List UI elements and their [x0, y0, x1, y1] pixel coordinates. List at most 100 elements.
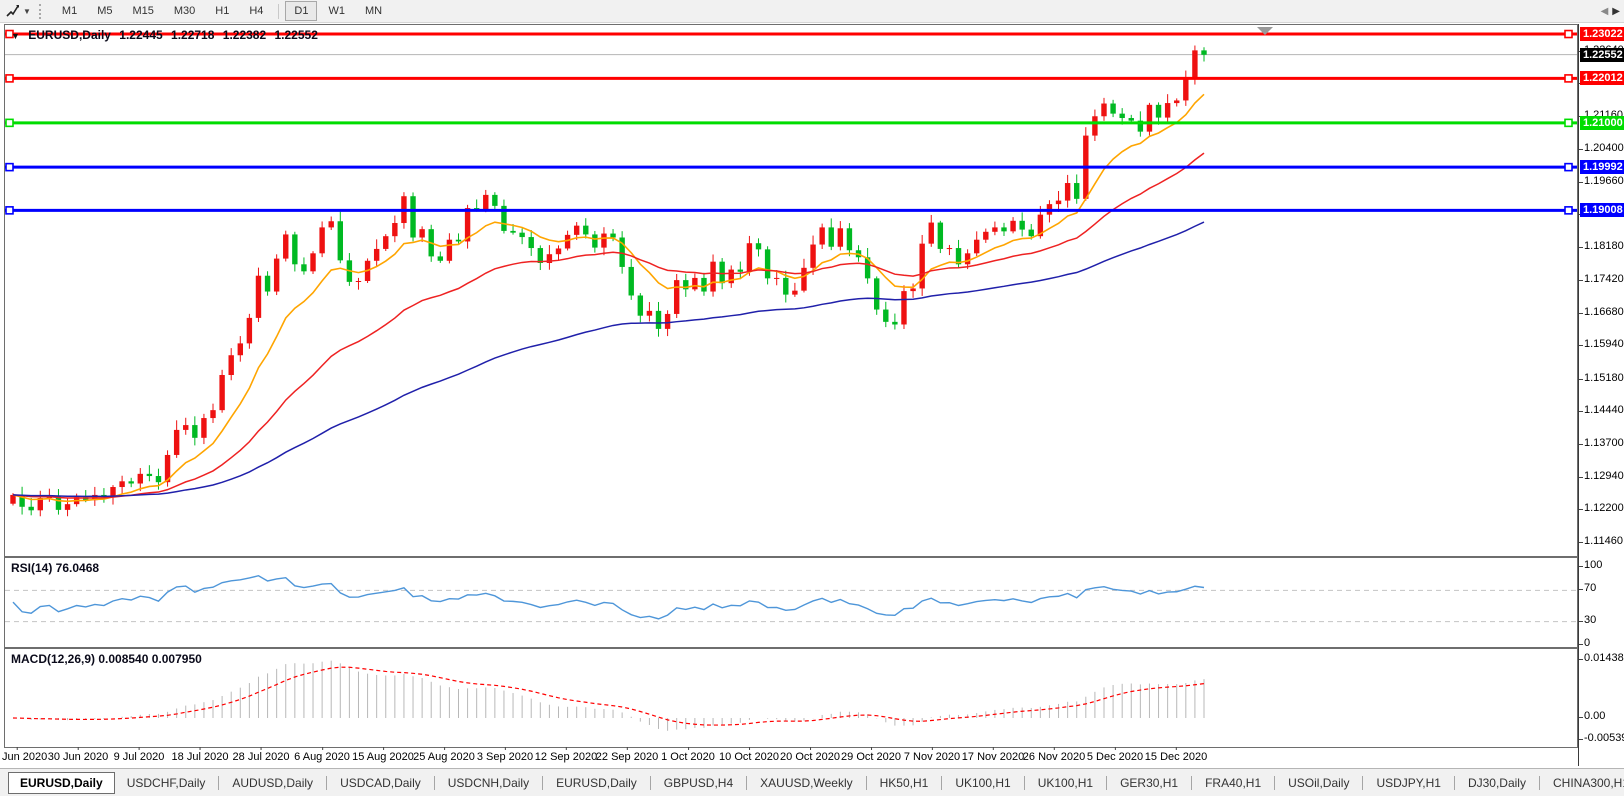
- tab-scroll-arrows: ◀▶: [1595, 6, 1622, 17]
- date-label: 29 Oct 2020: [841, 751, 901, 763]
- tab-separator: [542, 776, 543, 790]
- tab-china300-h1[interactable]: CHINA300,H1: [1541, 772, 1624, 794]
- price-tick: 1.19660: [1584, 175, 1624, 187]
- date-label: 25 Aug 2020: [413, 751, 475, 763]
- price-tick: 1.17420: [1584, 273, 1624, 285]
- tab-scroll-right-icon[interactable]: ▶: [1612, 6, 1620, 17]
- tab-separator: [1539, 776, 1540, 790]
- price-tick: 1.12940: [1584, 470, 1624, 482]
- rsi-label: RSI(14) 76.0468: [11, 561, 99, 575]
- toolbar-grip: [39, 4, 44, 19]
- date-label: 30 Jun 2020: [48, 751, 109, 763]
- rsi-pane[interactable]: RSI(14) 76.0468: [4, 557, 1578, 648]
- price-tick: 1.14440: [1584, 404, 1624, 416]
- price-tick: 1.20400: [1584, 142, 1624, 154]
- rsi-tick: 70: [1584, 582, 1596, 594]
- timeframe-button-m1[interactable]: M1: [53, 1, 86, 21]
- ohlc-open: 1.22445: [119, 28, 162, 42]
- tab-separator: [866, 776, 867, 790]
- tab-separator: [746, 776, 747, 790]
- date-label: 6 Aug 2020: [294, 751, 350, 763]
- date-label: 18 Jul 2020: [172, 751, 229, 763]
- chart-title-symbol: EURUSD,Daily: [28, 28, 111, 42]
- tab-eurusd-daily[interactable]: EURUSD,Daily: [8, 772, 115, 794]
- timeframe-button-m15[interactable]: M15: [123, 1, 162, 21]
- date-label: 1 Oct 2020: [661, 751, 715, 763]
- tab-separator: [1191, 776, 1192, 790]
- price-tick: 1.18180: [1584, 240, 1624, 252]
- tab-uk100-h1[interactable]: UK100,H1: [943, 772, 1022, 794]
- tab-separator: [434, 776, 435, 790]
- ohlc-close: 1.22552: [275, 28, 318, 42]
- timeframe-buttons: M1M5M15M30H1H4 D1W1MN: [52, 0, 392, 22]
- tab-usdjpy-h1[interactable]: USDJPY,H1: [1364, 772, 1452, 794]
- tab-separator: [326, 776, 327, 790]
- chart-tabs: EURUSD,DailyUSDCHF,DailyAUDUSD,DailyUSDC…: [0, 768, 1624, 796]
- macd-tick: 0.00: [1584, 710, 1605, 722]
- hline-price-badge: 1.23022: [1580, 27, 1624, 41]
- tab-usoil-daily[interactable]: USOil,Daily: [1276, 772, 1361, 794]
- cursor-tool-dropdown-icon[interactable]: ▼: [23, 7, 31, 16]
- macd-tick: 0.014384: [1584, 652, 1624, 664]
- date-label: 20 Oct 2020: [780, 751, 840, 763]
- tab-separator: [1024, 776, 1025, 790]
- tab-usdcad-daily[interactable]: USDCAD,Daily: [328, 772, 433, 794]
- tab-usdcnh-daily[interactable]: USDCNH,Daily: [436, 772, 541, 794]
- date-label: 10 Oct 2020: [719, 751, 779, 763]
- macd-label: MACD(12,26,9) 0.008540 0.007950: [11, 652, 202, 666]
- current-price-badge: 1.22552: [1580, 48, 1624, 62]
- timeframe-button-m5[interactable]: M5: [88, 1, 121, 21]
- tab-eurusd-daily[interactable]: EURUSD,Daily: [544, 772, 649, 794]
- timeframe-button-w1[interactable]: W1: [319, 1, 354, 21]
- date-label: 12 Sep 2020: [535, 751, 597, 763]
- macd-tick: -0.005396: [1584, 732, 1624, 744]
- rsi-tick: 0: [1584, 637, 1590, 649]
- timeframe-button-h4[interactable]: H4: [240, 1, 272, 21]
- rsi-tick: 30: [1584, 614, 1596, 626]
- tab-gbpusd-h4[interactable]: GBPUSD,H4: [652, 772, 745, 794]
- tab-ger30-h1[interactable]: GER30,H1: [1108, 772, 1190, 794]
- timeframe-button-h1[interactable]: H1: [206, 1, 238, 21]
- date-label: 20 Jun 2020: [0, 751, 47, 763]
- tab-dj30-daily[interactable]: DJ30,Daily: [1456, 772, 1538, 794]
- price-tick: 1.12200: [1584, 502, 1624, 514]
- time-axis: 20 Jun 202030 Jun 20209 Jul 202018 Jul 2…: [4, 748, 1578, 768]
- cursor-tool-icon[interactable]: [3, 2, 23, 20]
- tab-separator: [941, 776, 942, 790]
- timeframe-button-mn[interactable]: MN: [356, 1, 391, 21]
- tab-fra40-h1[interactable]: FRA40,H1: [1193, 772, 1273, 794]
- tab-separator: [1362, 776, 1363, 790]
- tab-usdchf-daily[interactable]: USDCHF,Daily: [115, 772, 218, 794]
- date-label: 26 Nov 2020: [1023, 751, 1085, 763]
- date-label: 17 Nov 2020: [962, 751, 1024, 763]
- date-label: 3 Sep 2020: [477, 751, 533, 763]
- ohlc-high: 1.22718: [171, 28, 214, 42]
- macd-pane[interactable]: MACD(12,26,9) 0.008540 0.007950: [4, 648, 1578, 748]
- date-label: 7 Nov 2020: [904, 751, 960, 763]
- tab-uk100-h1[interactable]: UK100,H1: [1026, 772, 1105, 794]
- price-chart-pane[interactable]: ▼ EURUSD,Daily 1.22445 1.22718 1.22382 1…: [4, 24, 1578, 557]
- tab-hk50-h1[interactable]: HK50,H1: [868, 772, 941, 794]
- price-tick: 1.15940: [1584, 338, 1624, 350]
- hline-price-badge: 1.19992: [1580, 160, 1624, 174]
- tab-scroll-left-icon[interactable]: ◀: [1601, 6, 1609, 17]
- tab-separator: [1454, 776, 1455, 790]
- tab-separator: [218, 776, 219, 790]
- mt4-window: ▼ M1M5M15M30H1H4 D1W1MN ▼ EURUSD,Daily 1.…: [0, 0, 1624, 796]
- price-tick: 1.13700: [1584, 437, 1624, 449]
- tab-audusd-daily[interactable]: AUDUSD,Daily: [220, 772, 325, 794]
- date-label: 22 Sep 2020: [596, 751, 658, 763]
- chart-dropdown-icon[interactable]: ▼: [11, 31, 20, 41]
- date-label: 15 Dec 2020: [1145, 751, 1207, 763]
- ohlc-low: 1.22382: [223, 28, 266, 42]
- tab-separator: [650, 776, 651, 790]
- price-axis: 1.226401.219001.211601.204001.196601.189…: [1579, 24, 1624, 768]
- timeframe-button-m30[interactable]: M30: [165, 1, 204, 21]
- timeframe-separator: [278, 4, 279, 19]
- toolbar: ▼ M1M5M15M30H1H4 D1W1MN: [0, 0, 1624, 23]
- tab-xauusd-weekly[interactable]: XAUUSD,Weekly: [748, 772, 864, 794]
- hline-price-badge: 1.22012: [1580, 71, 1624, 85]
- tab-separator: [1274, 776, 1275, 790]
- timeframe-button-d1[interactable]: D1: [285, 1, 317, 21]
- date-label: 5 Dec 2020: [1087, 751, 1143, 763]
